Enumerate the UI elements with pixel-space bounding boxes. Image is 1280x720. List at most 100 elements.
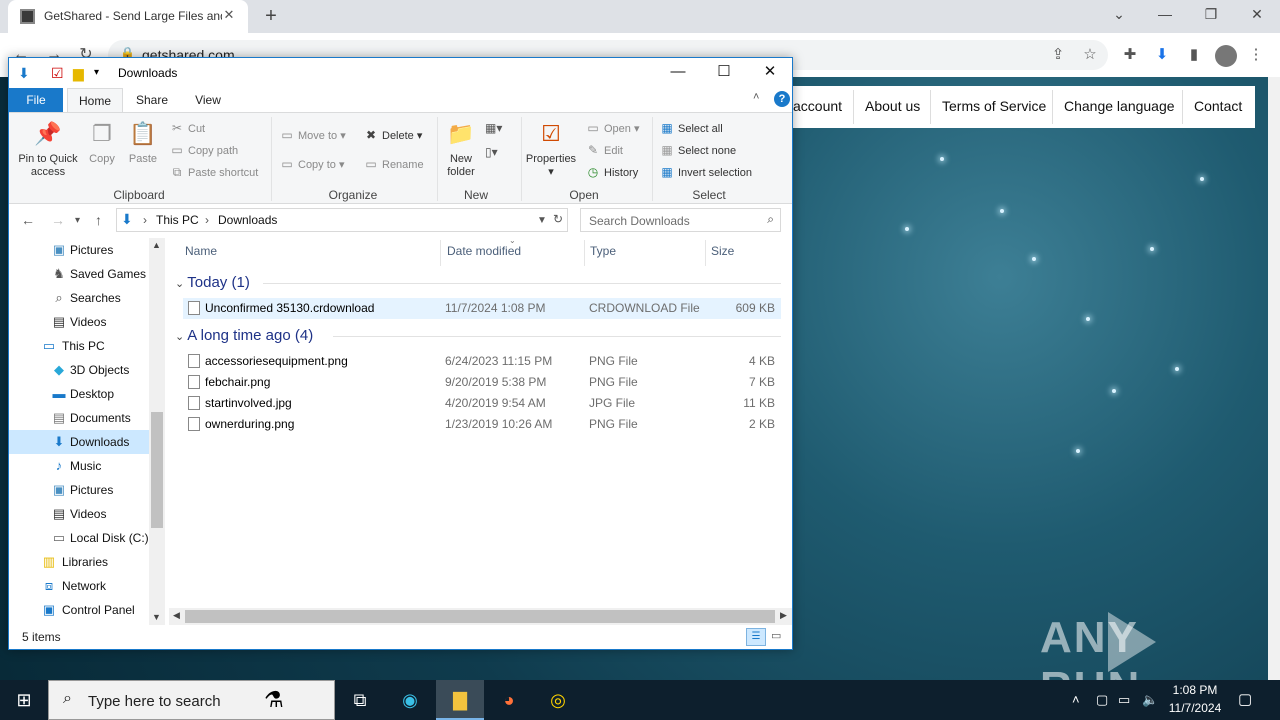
column-header-date[interactable]: Date modified bbox=[447, 244, 521, 258]
copy-path-button[interactable]: ▭ Copy path bbox=[169, 141, 238, 159]
notification-center-icon[interactable]: ▢ bbox=[1238, 680, 1252, 720]
file-row[interactable]: startinvolved.jpg 4/20/2019 9:54 AM JPG … bbox=[183, 393, 781, 414]
tab-home[interactable]: Home bbox=[67, 88, 123, 112]
horizontal-scroll-thumb[interactable] bbox=[185, 610, 775, 623]
taskbar-search-box[interactable]: ⌕ Type here to search ⚗ bbox=[48, 680, 335, 720]
nav-item-this-pc[interactable]: ▭ This PC bbox=[9, 334, 149, 358]
nav-pane-scrollbar[interactable]: ▲ ▼ bbox=[149, 238, 165, 625]
download-icon[interactable]: ⬇ bbox=[1150, 44, 1174, 68]
nav-item-saved-games[interactable]: ♞ Saved Games bbox=[9, 262, 149, 286]
recent-locations-chevron-icon[interactable]: ▾ bbox=[75, 215, 80, 226]
nav-item-control-panel[interactable]: ▣ Control Panel bbox=[9, 598, 149, 622]
pin-quick-access-button[interactable]: 📌 Pin to Quick access bbox=[13, 119, 83, 179]
rename-button[interactable]: ▭ Rename bbox=[363, 155, 423, 173]
share-icon[interactable]: ⇪ bbox=[1046, 44, 1070, 68]
file-row[interactable]: Unconfirmed 35130.crdownload 11/7/2024 1… bbox=[183, 298, 781, 319]
address-dropdown-chevron-icon[interactable]: ▼ bbox=[537, 215, 547, 226]
easy-access-icon[interactable]: ▯▾ bbox=[485, 145, 498, 159]
paste-button[interactable]: 📋 Paste bbox=[125, 119, 161, 166]
horizontal-scrollbar[interactable]: ◀ ▶ bbox=[169, 608, 792, 625]
help-icon[interactable]: ? bbox=[774, 91, 790, 107]
site-scrollbar[interactable] bbox=[1268, 77, 1280, 680]
task-view-icon[interactable]: ⧉ bbox=[336, 680, 384, 720]
invert-selection-button[interactable]: ▦ Invert selection bbox=[659, 163, 752, 181]
volume-icon[interactable]: 🔈 bbox=[1142, 680, 1158, 720]
explorer-address-bar[interactable]: ⬇ › This PC › Downloads ▼ ↻ bbox=[116, 208, 568, 232]
new-item-icon[interactable]: ▦▾ bbox=[485, 121, 502, 135]
windows-start-icon[interactable]: ⊞ bbox=[0, 680, 48, 720]
file-row[interactable]: febchair.png 9/20/2019 5:38 PM PNG File … bbox=[183, 372, 781, 393]
nav-item-videos-2[interactable]: ▤ Videos bbox=[9, 502, 149, 526]
explorer-minimize-button[interactable]: — bbox=[655, 58, 701, 87]
nav-item-pictures[interactable]: ▣ Pictures bbox=[9, 238, 149, 262]
tab-search-chevron-icon[interactable]: ⌄ bbox=[1096, 0, 1142, 30]
nav-item-documents[interactable]: ▤ Documents bbox=[9, 406, 149, 430]
search-downloads-input[interactable]: Search Downloads ⌕ bbox=[580, 208, 781, 232]
menu-kebab-icon[interactable]: ⋮ bbox=[1244, 44, 1268, 68]
cut-button[interactable]: ✂ Cut bbox=[169, 119, 205, 137]
file-row[interactable]: ownerduring.png 1/23/2019 10:26 AM PNG F… bbox=[183, 414, 781, 435]
clock-time[interactable]: 1:08 PM bbox=[1165, 683, 1225, 697]
nav-item-music[interactable]: ♪ Music bbox=[9, 454, 149, 478]
file-row[interactable]: accessoriesequipment.png 6/24/2023 11:15… bbox=[183, 351, 781, 372]
nav-item-network[interactable]: ⧈ Network bbox=[9, 574, 149, 598]
nav-item-searches[interactable]: ⌕ Searches bbox=[9, 286, 149, 310]
new-folder-button[interactable]: 📁 New folder bbox=[441, 119, 481, 179]
move-to-button[interactable]: ▭ Move to ▾ bbox=[279, 126, 345, 144]
nav-link-terms[interactable]: Terms of Service bbox=[942, 98, 1046, 114]
select-none-button[interactable]: ▦ Select none bbox=[659, 141, 736, 159]
open-button[interactable]: ▭ Open ▾ bbox=[585, 119, 639, 137]
customize-toolbar-chevron-icon[interactable]: ▾ bbox=[94, 67, 99, 78]
tab-view[interactable]: View bbox=[185, 88, 231, 112]
explorer-maximize-button[interactable]: ☐ bbox=[701, 58, 747, 87]
delete-button[interactable]: ✖ Delete ▾ bbox=[363, 126, 422, 144]
refresh-icon[interactable]: ↻ bbox=[553, 212, 563, 226]
nav-link-account[interactable]: account bbox=[793, 98, 842, 114]
extensions-puzzle-icon[interactable]: ✚ bbox=[1118, 44, 1142, 68]
edit-button[interactable]: ✎ Edit bbox=[585, 141, 623, 159]
nav-item-pictures-2[interactable]: ▣ Pictures bbox=[9, 478, 149, 502]
nav-item-downloads[interactable]: ⬇ Downloads bbox=[9, 430, 149, 454]
nav-item-libraries[interactable]: ▥ Libraries bbox=[9, 550, 149, 574]
forward-arrow-icon[interactable]: → bbox=[51, 212, 65, 228]
large-icons-view-icon[interactable]: ▭ bbox=[771, 629, 781, 642]
scroll-right-icon[interactable]: ▶ bbox=[780, 610, 787, 621]
nav-link-contact[interactable]: Contact bbox=[1194, 98, 1242, 114]
browser-restore-button[interactable]: ❐ bbox=[1188, 0, 1234, 30]
breadcrumb-this-pc[interactable]: This PC bbox=[156, 213, 199, 227]
new-folder-quick-icon[interactable]: ▆ bbox=[73, 65, 84, 82]
history-button[interactable]: ◷ History bbox=[585, 163, 638, 181]
tray-device-icon[interactable]: ▢ bbox=[1096, 680, 1108, 720]
back-arrow-icon[interactable]: ← bbox=[21, 212, 35, 228]
tab-file[interactable]: File bbox=[9, 88, 63, 112]
column-header-size[interactable]: Size bbox=[711, 244, 734, 258]
profile-avatar[interactable] bbox=[1215, 45, 1237, 67]
collapse-ribbon-chevron-icon[interactable]: ˄ bbox=[753, 91, 759, 103]
nav-link-about-us[interactable]: About us bbox=[865, 98, 920, 114]
nav-item-videos[interactable]: ▤ Videos bbox=[9, 310, 149, 334]
group-header-today[interactable]: ⌄ Today (1) bbox=[175, 274, 250, 291]
new-tab-button[interactable]: + bbox=[258, 4, 284, 30]
group-header-long-ago[interactable]: ⌄ A long time ago (4) bbox=[175, 327, 313, 344]
clock-date[interactable]: 11/7/2024 bbox=[1165, 701, 1225, 715]
browser-minimize-button[interactable]: — bbox=[1142, 0, 1188, 30]
scroll-left-icon[interactable]: ◀ bbox=[173, 610, 180, 621]
edge-browser-icon[interactable]: ◉ bbox=[386, 680, 434, 720]
copy-button[interactable]: ❐ Copy bbox=[85, 119, 119, 166]
select-all-button[interactable]: ▦ Select all bbox=[659, 119, 722, 137]
firefox-icon[interactable]: ◕ bbox=[485, 680, 533, 720]
properties-check-icon[interactable]: ☑ bbox=[51, 65, 64, 82]
explorer-close-button[interactable]: ✕ bbox=[747, 58, 793, 87]
chrome-icon[interactable]: ◎ bbox=[534, 680, 582, 720]
browser-close-button[interactable]: ✕ bbox=[1234, 0, 1280, 30]
scroll-up-icon[interactable]: ▲ bbox=[152, 240, 161, 250]
column-header-type[interactable]: Type bbox=[590, 244, 616, 258]
copy-to-button[interactable]: ▭ Copy to ▾ bbox=[279, 155, 344, 173]
network-tray-icon[interactable]: ▭ bbox=[1118, 680, 1130, 720]
breadcrumb-downloads[interactable]: Downloads bbox=[218, 213, 277, 227]
details-view-icon[interactable]: ☰ bbox=[746, 628, 766, 646]
file-explorer-taskbar-icon[interactable]: ▇ bbox=[436, 680, 484, 720]
nav-item-desktop[interactable]: ▬ Desktop bbox=[9, 382, 149, 406]
nav-item-3d-objects[interactable]: ◆ 3D Objects bbox=[9, 358, 149, 382]
nav-link-change-language[interactable]: Change language bbox=[1064, 98, 1175, 114]
